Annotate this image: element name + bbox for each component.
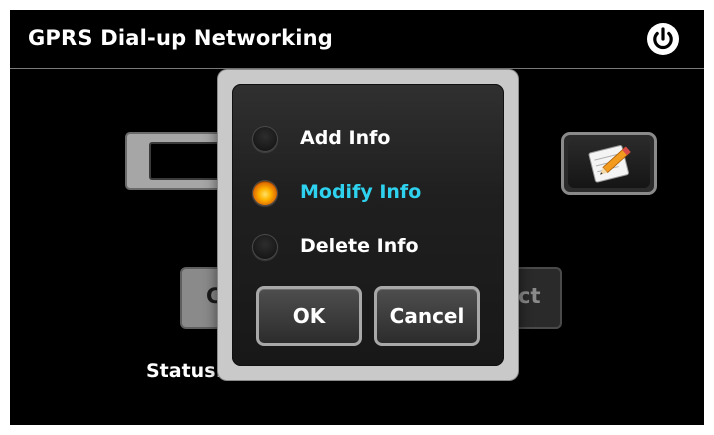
option-delete-info[interactable]: Delete Info <box>252 230 492 266</box>
option-label: Add Info <box>300 127 391 149</box>
radio-selected-icon <box>252 180 278 206</box>
status-label: Status: <box>146 360 224 382</box>
radio-icon <box>252 234 278 260</box>
disconnect-button-label: ct <box>518 284 541 308</box>
power-button[interactable] <box>646 22 680 56</box>
option-add-info[interactable]: Add Info <box>252 122 492 158</box>
power-icon <box>647 23 679 55</box>
option-label: Delete Info <box>300 235 419 257</box>
option-modify-info[interactable]: Modify Info <box>252 176 492 212</box>
info-options-dialog: Add Info Modify Info Delete Info OK Canc… <box>218 70 518 380</box>
ok-button[interactable]: OK <box>256 286 362 346</box>
title-bar: GPRS Dial-up Networking <box>10 10 704 69</box>
option-label: Modify Info <box>300 181 422 203</box>
notepad-pencil-icon <box>588 145 631 183</box>
dialog-panel: Add Info Modify Info Delete Info OK Canc… <box>232 84 504 366</box>
cancel-button[interactable]: Cancel <box>374 286 480 346</box>
radio-icon <box>252 126 278 152</box>
edit-profile-button[interactable] <box>561 132 657 195</box>
page-title: GPRS Dial-up Networking <box>28 26 334 50</box>
device-screen: GPRS Dial-up Networking C ct Status: Add… <box>10 10 704 425</box>
edit-profile-button-face <box>568 139 650 188</box>
